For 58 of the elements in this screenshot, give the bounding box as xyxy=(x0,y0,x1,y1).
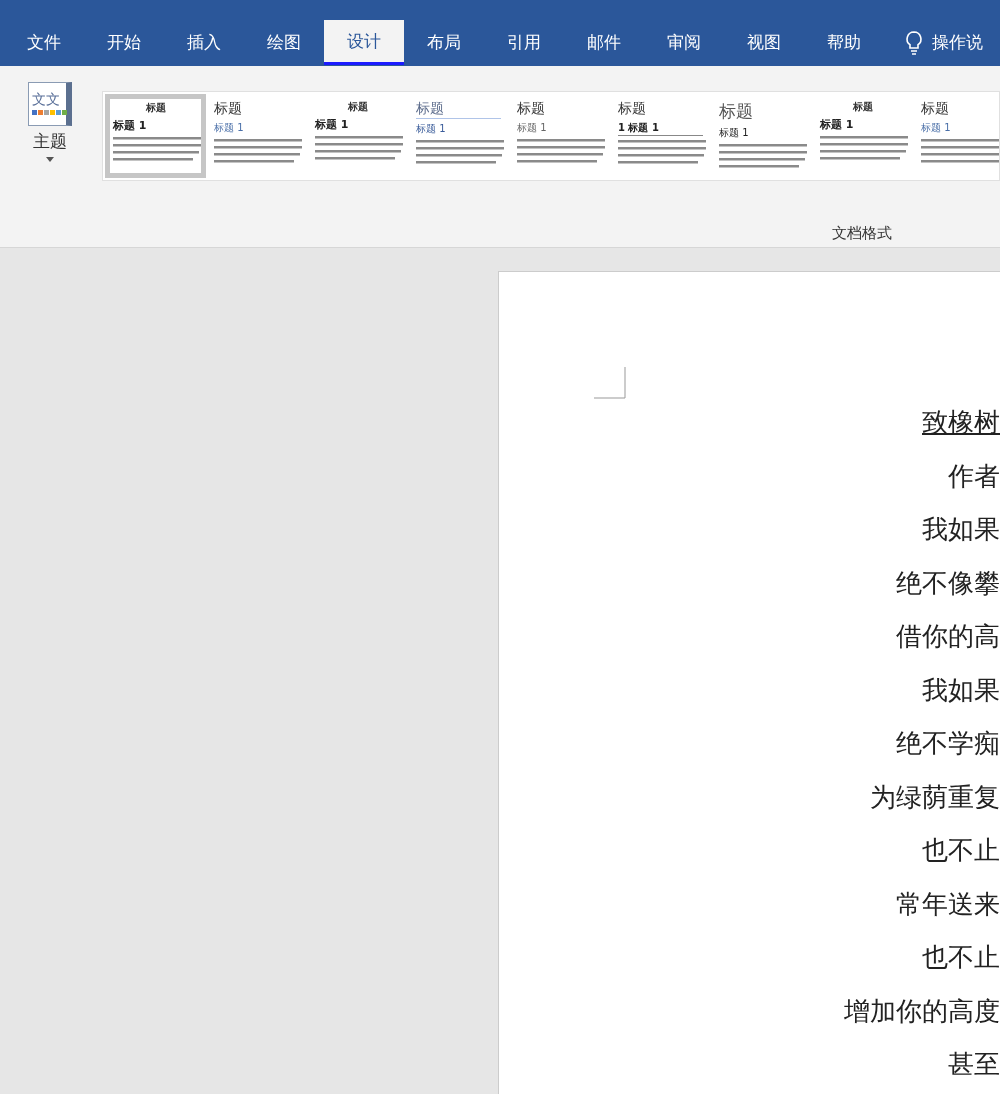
poem-line: 我如果 xyxy=(922,674,1000,706)
poem-line: 增加你的高度 xyxy=(844,995,1000,1027)
tell-me-search[interactable]: 操作说 xyxy=(932,31,983,54)
poem-line: 作者 xyxy=(948,460,1000,492)
ribbon-tab[interactable]: 设计 xyxy=(324,20,404,65)
thumbnail-heading: 标题 1 xyxy=(921,121,952,135)
thumbnail-heading: 标题 1 xyxy=(214,121,245,135)
poem-line: 常年送来 xyxy=(896,888,1000,920)
thumbnail-heading: 1 标题 1 xyxy=(618,121,703,136)
poem-line: 我如果 xyxy=(922,514,1000,545)
ribbon-tab[interactable]: 布局 xyxy=(404,20,484,65)
ribbon-tab[interactable]: 开始 xyxy=(84,20,164,65)
themes-button[interactable]: 文文 主题 xyxy=(12,82,88,224)
style-set-thumbnail[interactable]: 标题 标题 1 xyxy=(206,94,307,178)
poem-line: 借你的高 xyxy=(896,621,1000,652)
poem-line: 也不止 xyxy=(922,942,1000,973)
poem-line: 为绿荫重复 xyxy=(870,781,1000,813)
thumbnail-heading: 标题 1 xyxy=(820,117,855,132)
thumbnail-heading: 标题 1 xyxy=(719,126,750,140)
thumbnail-title: 标题 xyxy=(214,100,243,118)
style-set-thumbnail[interactable]: 标题 标题 1 xyxy=(105,94,206,178)
ribbon-tab[interactable]: 文件 xyxy=(4,20,84,65)
thumbnail-heading: 标题 1 xyxy=(517,121,548,135)
poem-line: 绝不学痴 xyxy=(896,728,1000,759)
style-set-thumbnail[interactable]: 标题 标题 1 xyxy=(711,94,812,178)
thumbnail-title: 标题 xyxy=(852,100,873,114)
style-set-thumbnail[interactable]: 标题 标题 1 xyxy=(509,94,610,178)
thumbnail-title: 标题 xyxy=(145,101,166,115)
style-set-thumbnail[interactable]: 标题 标题 1 xyxy=(307,94,408,178)
lightbulb-icon xyxy=(904,29,924,56)
ribbon-tab[interactable]: 绘图 xyxy=(244,20,324,65)
ribbon-tab[interactable]: 插入 xyxy=(164,20,244,65)
style-set-thumbnail[interactable]: 标题 标题 1 xyxy=(812,94,913,178)
poem-line: 绝不像攀 xyxy=(896,567,1000,599)
thumbnail-title: 标题 xyxy=(921,100,950,118)
thumbnail-heading: 标题 1 xyxy=(416,122,447,136)
margin-corner-mark xyxy=(594,367,626,399)
thumbnail-title: 标题 xyxy=(618,100,647,118)
style-set-thumbnail[interactable]: 标题 1 标题 1 xyxy=(610,94,711,178)
ribbon-tab[interactable]: 帮助 xyxy=(804,20,884,65)
ribbon-tab[interactable]: 审阅 xyxy=(644,20,724,65)
caret-icon xyxy=(46,157,54,162)
group-label: 文档格式 xyxy=(832,224,892,243)
poem-line: 也不止 xyxy=(922,835,1000,866)
style-set-thumbnail[interactable]: 标题 标题 1 xyxy=(913,94,999,178)
thumbnail-title: 标题 xyxy=(517,100,546,118)
thumbnail-heading: 标题 1 xyxy=(315,117,350,132)
style-set-thumbnail[interactable]: 标题 标题 1 xyxy=(408,94,509,178)
thumbnail-title: 标题 xyxy=(347,100,368,114)
thumbnail-title: 标题 xyxy=(416,100,501,119)
ribbon-tab[interactable]: 邮件 xyxy=(564,20,644,65)
ribbon-tab[interactable]: 视图 xyxy=(724,20,804,65)
ribbon-tab[interactable]: 引用 xyxy=(484,20,564,65)
theme-document-icon: 文文 xyxy=(28,82,72,126)
poem-title: 致橡树 xyxy=(922,407,1000,438)
thumbnail-title: 标题 xyxy=(719,100,754,123)
thumbnail-heading: 标题 1 xyxy=(113,118,148,133)
poem-line: 甚至 xyxy=(948,1049,1000,1080)
